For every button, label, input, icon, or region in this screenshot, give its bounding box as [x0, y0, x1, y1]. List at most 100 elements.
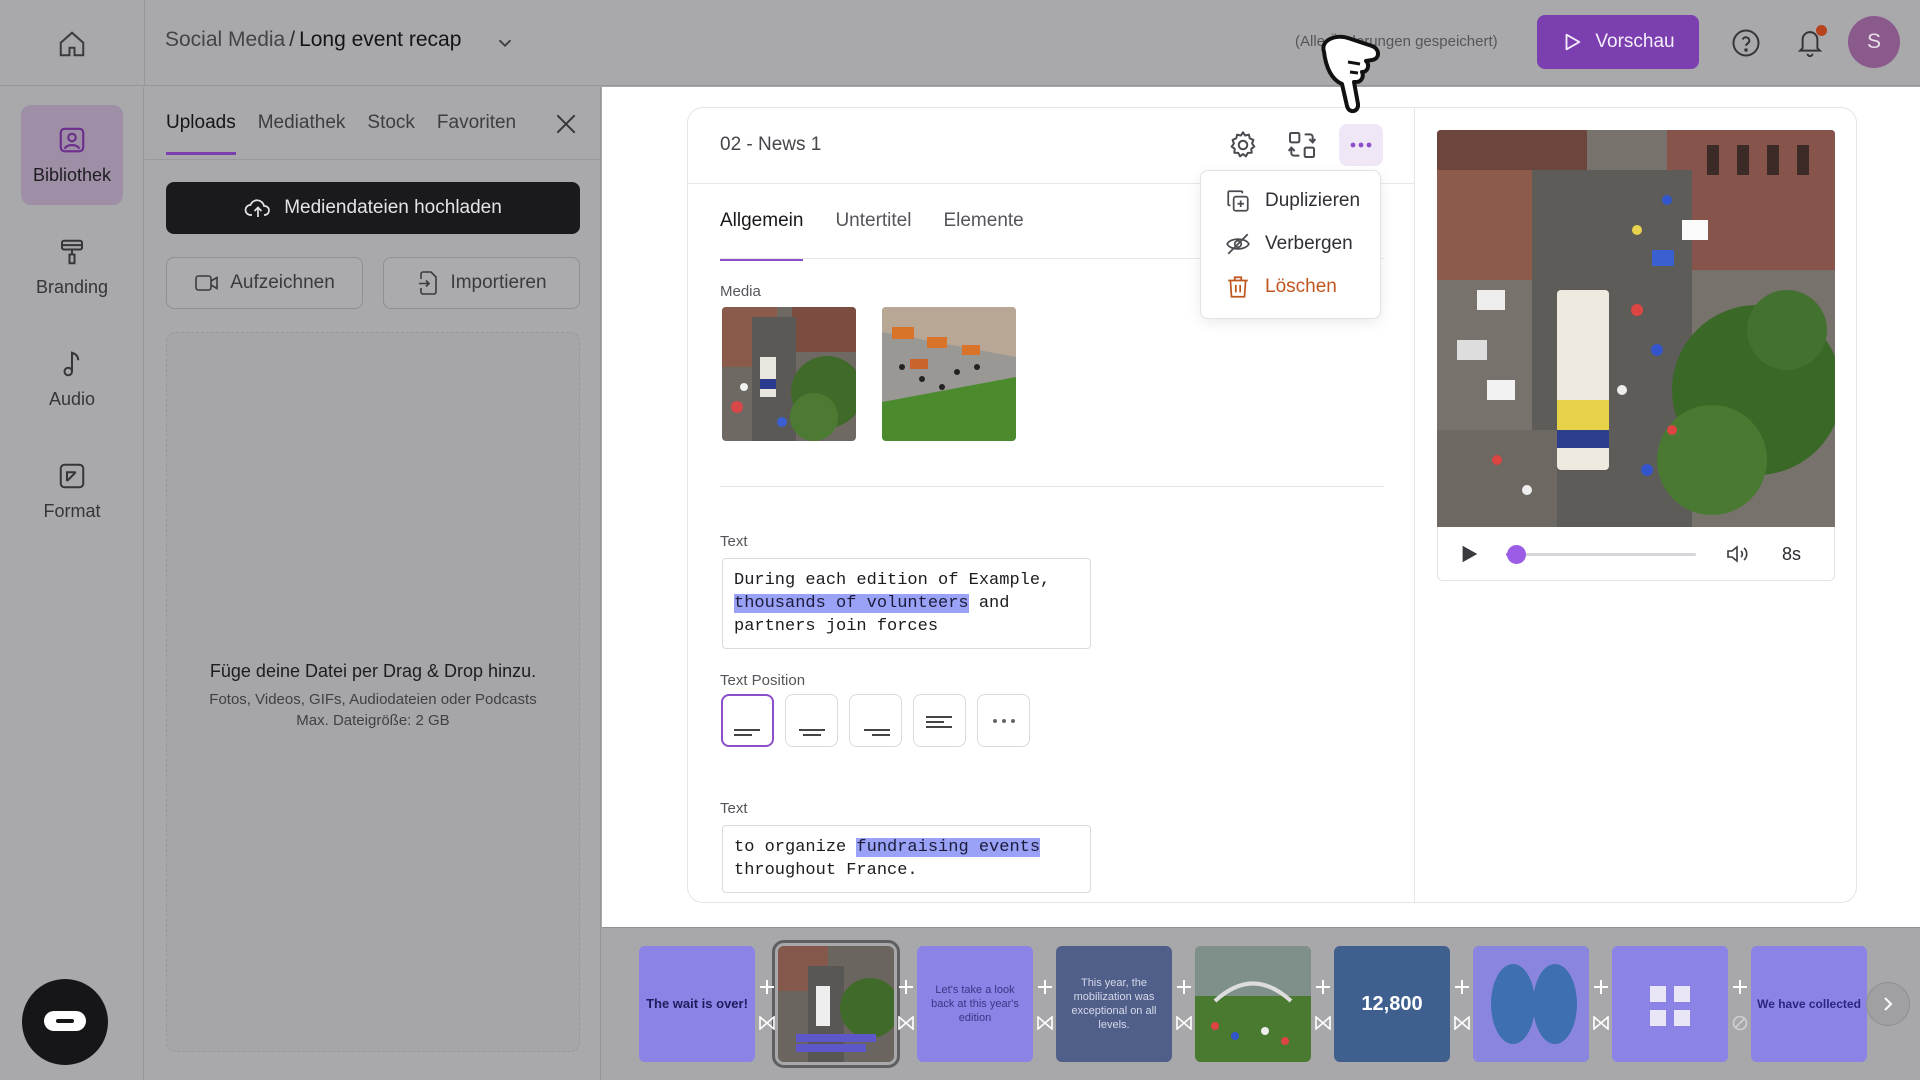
add-scene-button[interactable]: [1034, 976, 1056, 998]
more-horizontal-icon: [1350, 142, 1372, 148]
plus-icon: [1733, 980, 1747, 994]
breadcrumb-parent[interactable]: Social Media: [165, 28, 285, 51]
seek-bar[interactable]: [1506, 545, 1696, 564]
dropzone[interactable]: Füge deine Datei per Drag & Drop hinzu. …: [166, 332, 580, 1052]
replace-layout-icon[interactable]: [1286, 129, 1318, 161]
rail-item-label: Bibliothek: [32, 164, 112, 185]
transition-button[interactable]: [1034, 1012, 1056, 1034]
volume-icon[interactable]: [1725, 542, 1751, 566]
text-position-bottom-right[interactable]: [849, 694, 902, 747]
text-position-more[interactable]: [977, 694, 1030, 747]
upload-button[interactable]: Mediendateien hochladen: [166, 182, 580, 234]
menu-item-duplicate[interactable]: Duplizieren: [1225, 188, 1360, 214]
scene-thumbnail[interactable]: Let's take a look back at this year's ed…: [917, 946, 1033, 1062]
more-options-button[interactable]: [1339, 124, 1383, 166]
import-button[interactable]: Importieren: [383, 257, 580, 309]
help-icon[interactable]: [1731, 28, 1761, 58]
no-transition-button[interactable]: [1729, 1012, 1751, 1034]
add-scene-button[interactable]: [895, 976, 917, 998]
preview-button[interactable]: Vorschau: [1537, 15, 1699, 69]
eye-off-icon: [1226, 233, 1250, 255]
rail-item-branding[interactable]: Branding: [21, 217, 123, 317]
text-position-bottom-left[interactable]: [721, 694, 774, 747]
import-icon: [419, 271, 438, 295]
duration-label: 8s: [1782, 544, 1802, 564]
play-icon[interactable]: [1458, 543, 1480, 565]
text-position-bottom-center[interactable]: [785, 694, 838, 747]
scene-thumbnail[interactable]: [1473, 946, 1589, 1062]
scene-thumbnail-selected[interactable]: [772, 940, 900, 1068]
add-scene-button[interactable]: [1590, 976, 1612, 998]
transition-button[interactable]: [1590, 1012, 1612, 1034]
menu-item-hide[interactable]: Verbergen: [1225, 231, 1353, 257]
plus-icon: [1316, 980, 1330, 994]
paint-roller-icon: [61, 239, 83, 264]
tab-stock[interactable]: Stock: [367, 112, 415, 155]
rail-item-format[interactable]: Format: [21, 441, 123, 541]
add-scene-button[interactable]: [1729, 976, 1751, 998]
media-label: Media: [720, 283, 761, 300]
tab-uploads[interactable]: Uploads: [166, 112, 236, 155]
media-thumbnail[interactable]: [722, 307, 856, 441]
transition-button[interactable]: [1173, 1012, 1195, 1034]
scene-text: This year, the mobilization was exceptio…: [1071, 977, 1157, 1031]
text-content: During each edition of Example,: [734, 571, 1051, 590]
import-label: Importieren: [450, 272, 547, 293]
scene-thumbnail[interactable]: 12,800: [1334, 946, 1450, 1062]
add-scene-button[interactable]: [756, 976, 778, 998]
avatar[interactable]: S: [1848, 16, 1900, 68]
tab-mediathek[interactable]: Mediathek: [258, 112, 346, 155]
add-scene-button[interactable]: [1451, 976, 1473, 998]
scene-thumbnail[interactable]: The wait is over!: [639, 946, 755, 1062]
transition-button[interactable]: [1312, 1012, 1334, 1034]
text-content: to organize: [734, 838, 847, 857]
video-preview[interactable]: [1437, 130, 1835, 527]
chat-button[interactable]: [22, 979, 108, 1065]
plus-icon: [760, 980, 774, 994]
timeline-next-button[interactable]: [1866, 982, 1910, 1026]
rail-item-label: Audio: [48, 388, 96, 409]
scene-text: Let's take a look back at this year's ed…: [931, 984, 1019, 1024]
scene-thumbnail[interactable]: [1612, 946, 1728, 1062]
transition-button[interactable]: [756, 1012, 778, 1034]
library-panel: Uploads Mediathek Stock Favoriten Medien…: [145, 87, 601, 1080]
text-position-middle-left[interactable]: [913, 694, 966, 747]
transition-button[interactable]: [895, 1012, 917, 1034]
transition-icon: [759, 1016, 775, 1030]
align-bottom-left-icon: [733, 728, 760, 736]
align-middle-left-icon: [925, 715, 952, 728]
close-icon[interactable]: [553, 111, 579, 137]
tab-subtitles[interactable]: Untertitel: [835, 210, 911, 261]
rail-item-audio[interactable]: Audio: [21, 329, 123, 429]
scene-text: The wait is over!: [646, 996, 748, 1011]
gear-icon[interactable]: [1227, 129, 1259, 161]
chevron-right-icon: [1884, 997, 1893, 1011]
add-scene-button[interactable]: [1312, 976, 1334, 998]
media-thumbnail[interactable]: [882, 307, 1016, 441]
tab-elements[interactable]: Elemente: [943, 210, 1023, 261]
menu-item-delete[interactable]: Löschen: [1225, 274, 1337, 300]
scene-thumbnail[interactable]: [1195, 946, 1311, 1062]
music-note-icon: [63, 350, 80, 376]
breadcrumb-current[interactable]: Long event recap: [299, 28, 461, 51]
text-field[interactable]: to organize fundraising events throughou…: [722, 825, 1091, 893]
trash-icon: [1228, 276, 1248, 298]
rail-item-library[interactable]: Bibliothek: [21, 105, 123, 205]
tab-general[interactable]: Allgemein: [720, 210, 804, 261]
text-label: Text: [720, 533, 748, 550]
chat-icon: [44, 1011, 86, 1031]
chevron-down-icon[interactable]: [494, 32, 516, 54]
text-field[interactable]: During each edition of Example, thousand…: [722, 558, 1091, 649]
seek-handle[interactable]: [1506, 545, 1526, 564]
add-scene-button[interactable]: [1173, 976, 1195, 998]
transition-icon: [1593, 1016, 1609, 1030]
text-content: throughout France.: [734, 861, 918, 880]
tab-favorites[interactable]: Favoriten: [437, 112, 516, 155]
record-button[interactable]: Aufzeichnen: [166, 257, 363, 309]
home-button[interactable]: [52, 24, 92, 64]
scene-text: 12,800: [1361, 993, 1423, 1015]
transition-button[interactable]: [1451, 1012, 1473, 1034]
scene-thumbnail[interactable]: This year, the mobilization was exceptio…: [1056, 946, 1172, 1062]
scene-thumbnail[interactable]: We have collected: [1751, 946, 1867, 1062]
transition-icon: [1315, 1016, 1331, 1030]
